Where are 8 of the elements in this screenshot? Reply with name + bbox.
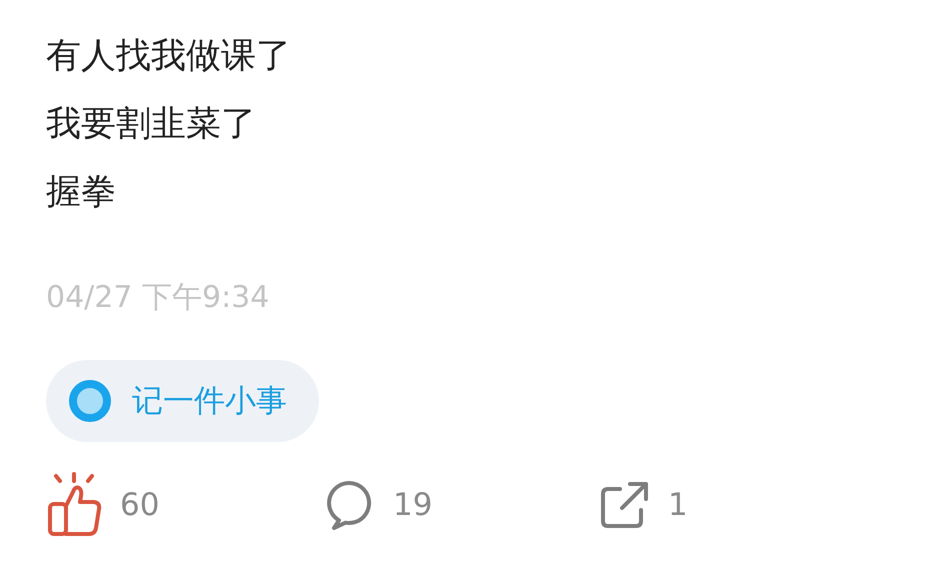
count-label: 60	[120, 487, 160, 523]
post-text-line: 我要割韭菜了	[46, 103, 257, 146]
timestamp: 04/27 下午9:34	[46, 279, 270, 317]
count-label: 19	[393, 487, 432, 523]
count-label: 1	[668, 487, 688, 523]
topic-tag[interactable]: 记一件小事	[46, 360, 319, 442]
post-text-line: 有人找我做课了	[46, 35, 292, 78]
post-text-line: 握拳	[46, 171, 117, 214]
